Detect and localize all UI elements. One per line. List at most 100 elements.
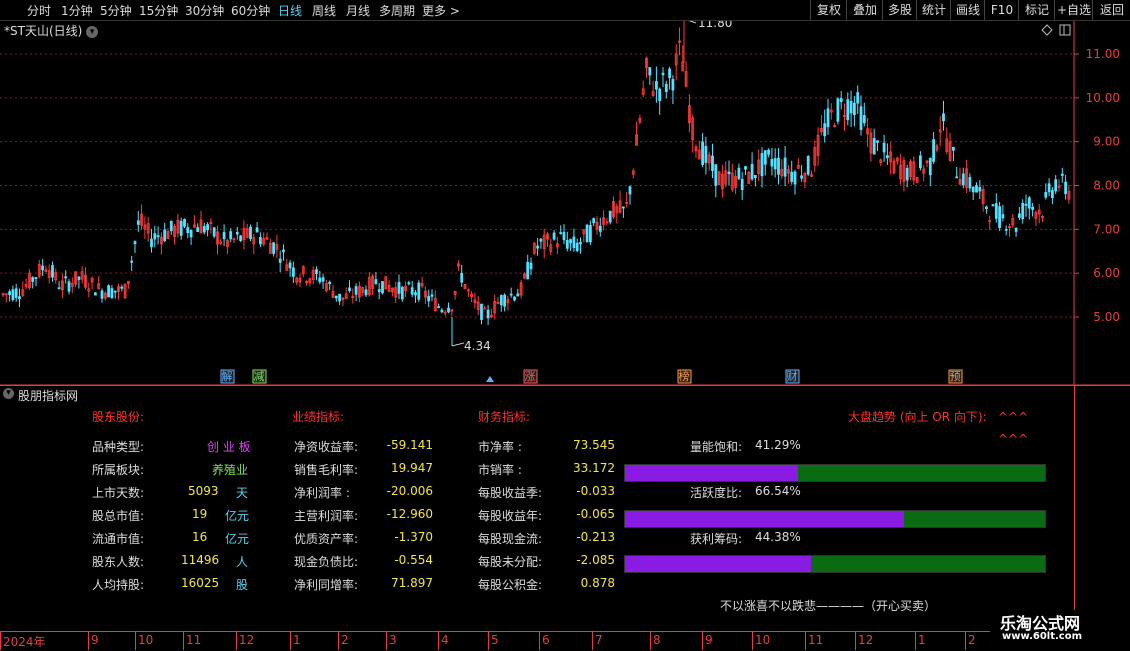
candle-body xyxy=(34,277,38,280)
time-axis-label: 7 xyxy=(595,633,603,647)
candle-body xyxy=(783,157,787,177)
candle-body xyxy=(186,227,190,234)
candle-body xyxy=(592,218,596,224)
candle-body xyxy=(229,231,233,240)
candle-body xyxy=(196,227,200,232)
tab-fenshi[interactable]: 分时 xyxy=(27,2,51,19)
time-axis-tick xyxy=(290,632,291,650)
candle-body xyxy=(315,269,318,275)
price-tick-label: 8.00 xyxy=(1093,179,1120,193)
candle-body xyxy=(133,241,137,245)
candle-body xyxy=(377,289,381,293)
tab-5min[interactable]: 5分钟 xyxy=(100,2,132,19)
event-marker-text[interactable]: 解 xyxy=(222,369,233,383)
restore-rights-button[interactable]: 复权 xyxy=(810,0,847,20)
stock-title: *ST天山(日线) ▾ xyxy=(4,22,99,39)
chevron-down-icon[interactable]: ▾ xyxy=(86,25,99,38)
performance-header: 业绩指标: xyxy=(292,410,345,424)
price-tick-label: 7.00 xyxy=(1093,222,1120,236)
candle-body xyxy=(539,238,543,242)
performance-value: 19.947 xyxy=(391,461,433,475)
candle-body xyxy=(998,206,1001,228)
candle-body xyxy=(31,277,35,282)
event-marker-text[interactable]: 减 xyxy=(254,370,265,383)
time-axis-label: 5 xyxy=(491,633,499,647)
candle-body xyxy=(882,142,886,153)
candle-body xyxy=(905,167,909,181)
shareholder-label: 股东人数: xyxy=(92,555,145,569)
multi-stock-button[interactable]: 多股 xyxy=(882,0,917,20)
statistics-button[interactable]: 统计 xyxy=(916,0,951,20)
add-watchlist-button[interactable]: +自选 xyxy=(1054,0,1093,20)
tab-1min[interactable]: 1分钟 xyxy=(61,2,93,19)
event-marker-text[interactable]: 涨 xyxy=(525,370,536,383)
time-axis-tick xyxy=(965,632,966,650)
tab-30min[interactable]: 30分钟 xyxy=(185,2,224,19)
overlay-button[interactable]: 叠加 xyxy=(846,0,883,20)
finance-label: 市净率 : xyxy=(478,440,522,454)
tab-60min[interactable]: 60分钟 xyxy=(231,2,270,19)
event-marker-text[interactable]: 财 xyxy=(787,369,798,383)
watermark-url: www.60lt.com xyxy=(1002,631,1083,642)
candle-body xyxy=(338,293,342,302)
candle-body xyxy=(206,224,210,231)
candle-body xyxy=(513,296,516,301)
finance-value: -2.085 xyxy=(576,553,615,567)
finance-label: 每股收益年: xyxy=(478,509,543,523)
candle-body xyxy=(1024,203,1028,206)
meter-bar-fill xyxy=(625,465,799,481)
shareholder-label: 股总市值: xyxy=(92,509,145,523)
performance-label: 净利润率 : xyxy=(294,486,350,500)
tab-more[interactable]: 更多 > xyxy=(422,2,460,19)
mark-button[interactable]: 标记 xyxy=(1018,0,1055,20)
shareholder-label: 流通市值: xyxy=(92,532,145,546)
candle-body xyxy=(773,158,777,170)
candle-body xyxy=(853,102,856,116)
candle-body xyxy=(562,232,566,241)
time-axis-label: 2024年 xyxy=(3,635,46,649)
back-button[interactable]: 返回 xyxy=(1092,0,1130,20)
shareholder-unit: 人 xyxy=(236,555,249,569)
chart-controls-icon[interactable] xyxy=(1041,24,1071,36)
candle-body xyxy=(328,281,332,285)
tab-15min[interactable]: 15分钟 xyxy=(139,2,178,19)
candle-body xyxy=(77,276,81,280)
candle-body xyxy=(288,262,292,269)
candle-body xyxy=(334,295,338,299)
candle-body xyxy=(156,235,160,238)
meter-bar xyxy=(624,510,1046,528)
finance-label: 每股收益季: xyxy=(478,486,543,500)
watermark: 乐淘公式网 www.60lt.com xyxy=(990,610,1130,642)
candle-body xyxy=(397,281,401,294)
candle-body xyxy=(856,92,860,104)
low-pointer xyxy=(451,342,465,347)
candle-body xyxy=(169,220,173,232)
collapse-icon[interactable]: ▾ xyxy=(3,388,14,399)
candle-body xyxy=(978,187,982,192)
candle-body xyxy=(110,288,114,299)
candle-body xyxy=(671,78,675,91)
candle-body xyxy=(661,72,665,76)
market-trend-header: 大盘趋势 (向上 OR 向下): xyxy=(848,410,987,424)
tab-multi-period[interactable]: 多周期 xyxy=(379,2,415,19)
tab-monthly[interactable]: 月线 xyxy=(346,2,370,19)
kline-chart[interactable]: 11.00 10.00 9.00 8.00 7.00 6.00 5.00 11.80 4.34… xyxy=(0,21,1130,386)
f10-button[interactable]: F10 xyxy=(984,0,1019,20)
event-marker-text[interactable]: 预 xyxy=(950,370,961,383)
shareholder-label: 上市天数: xyxy=(92,486,145,500)
time-axis-label: 4 xyxy=(441,633,449,647)
candle-body xyxy=(51,265,54,278)
indicator-panel-title: 股朋指标网 xyxy=(18,389,79,403)
draw-line-button[interactable]: 画线 xyxy=(950,0,985,20)
tab-daily[interactable]: 日线 xyxy=(278,2,302,19)
panel-divider xyxy=(1074,386,1075,631)
candle-body xyxy=(572,236,576,249)
finance-label: 每股未分配: xyxy=(478,555,543,569)
shareholder-label: 品种类型: xyxy=(92,440,145,454)
tab-weekly[interactable]: 周线 xyxy=(312,2,336,19)
candle-body xyxy=(400,286,404,300)
event-marker-text[interactable]: 榜 xyxy=(679,369,690,383)
candle-body xyxy=(1021,202,1025,220)
performance-label: 销售毛利率: xyxy=(294,463,359,477)
candle-body xyxy=(318,277,322,283)
